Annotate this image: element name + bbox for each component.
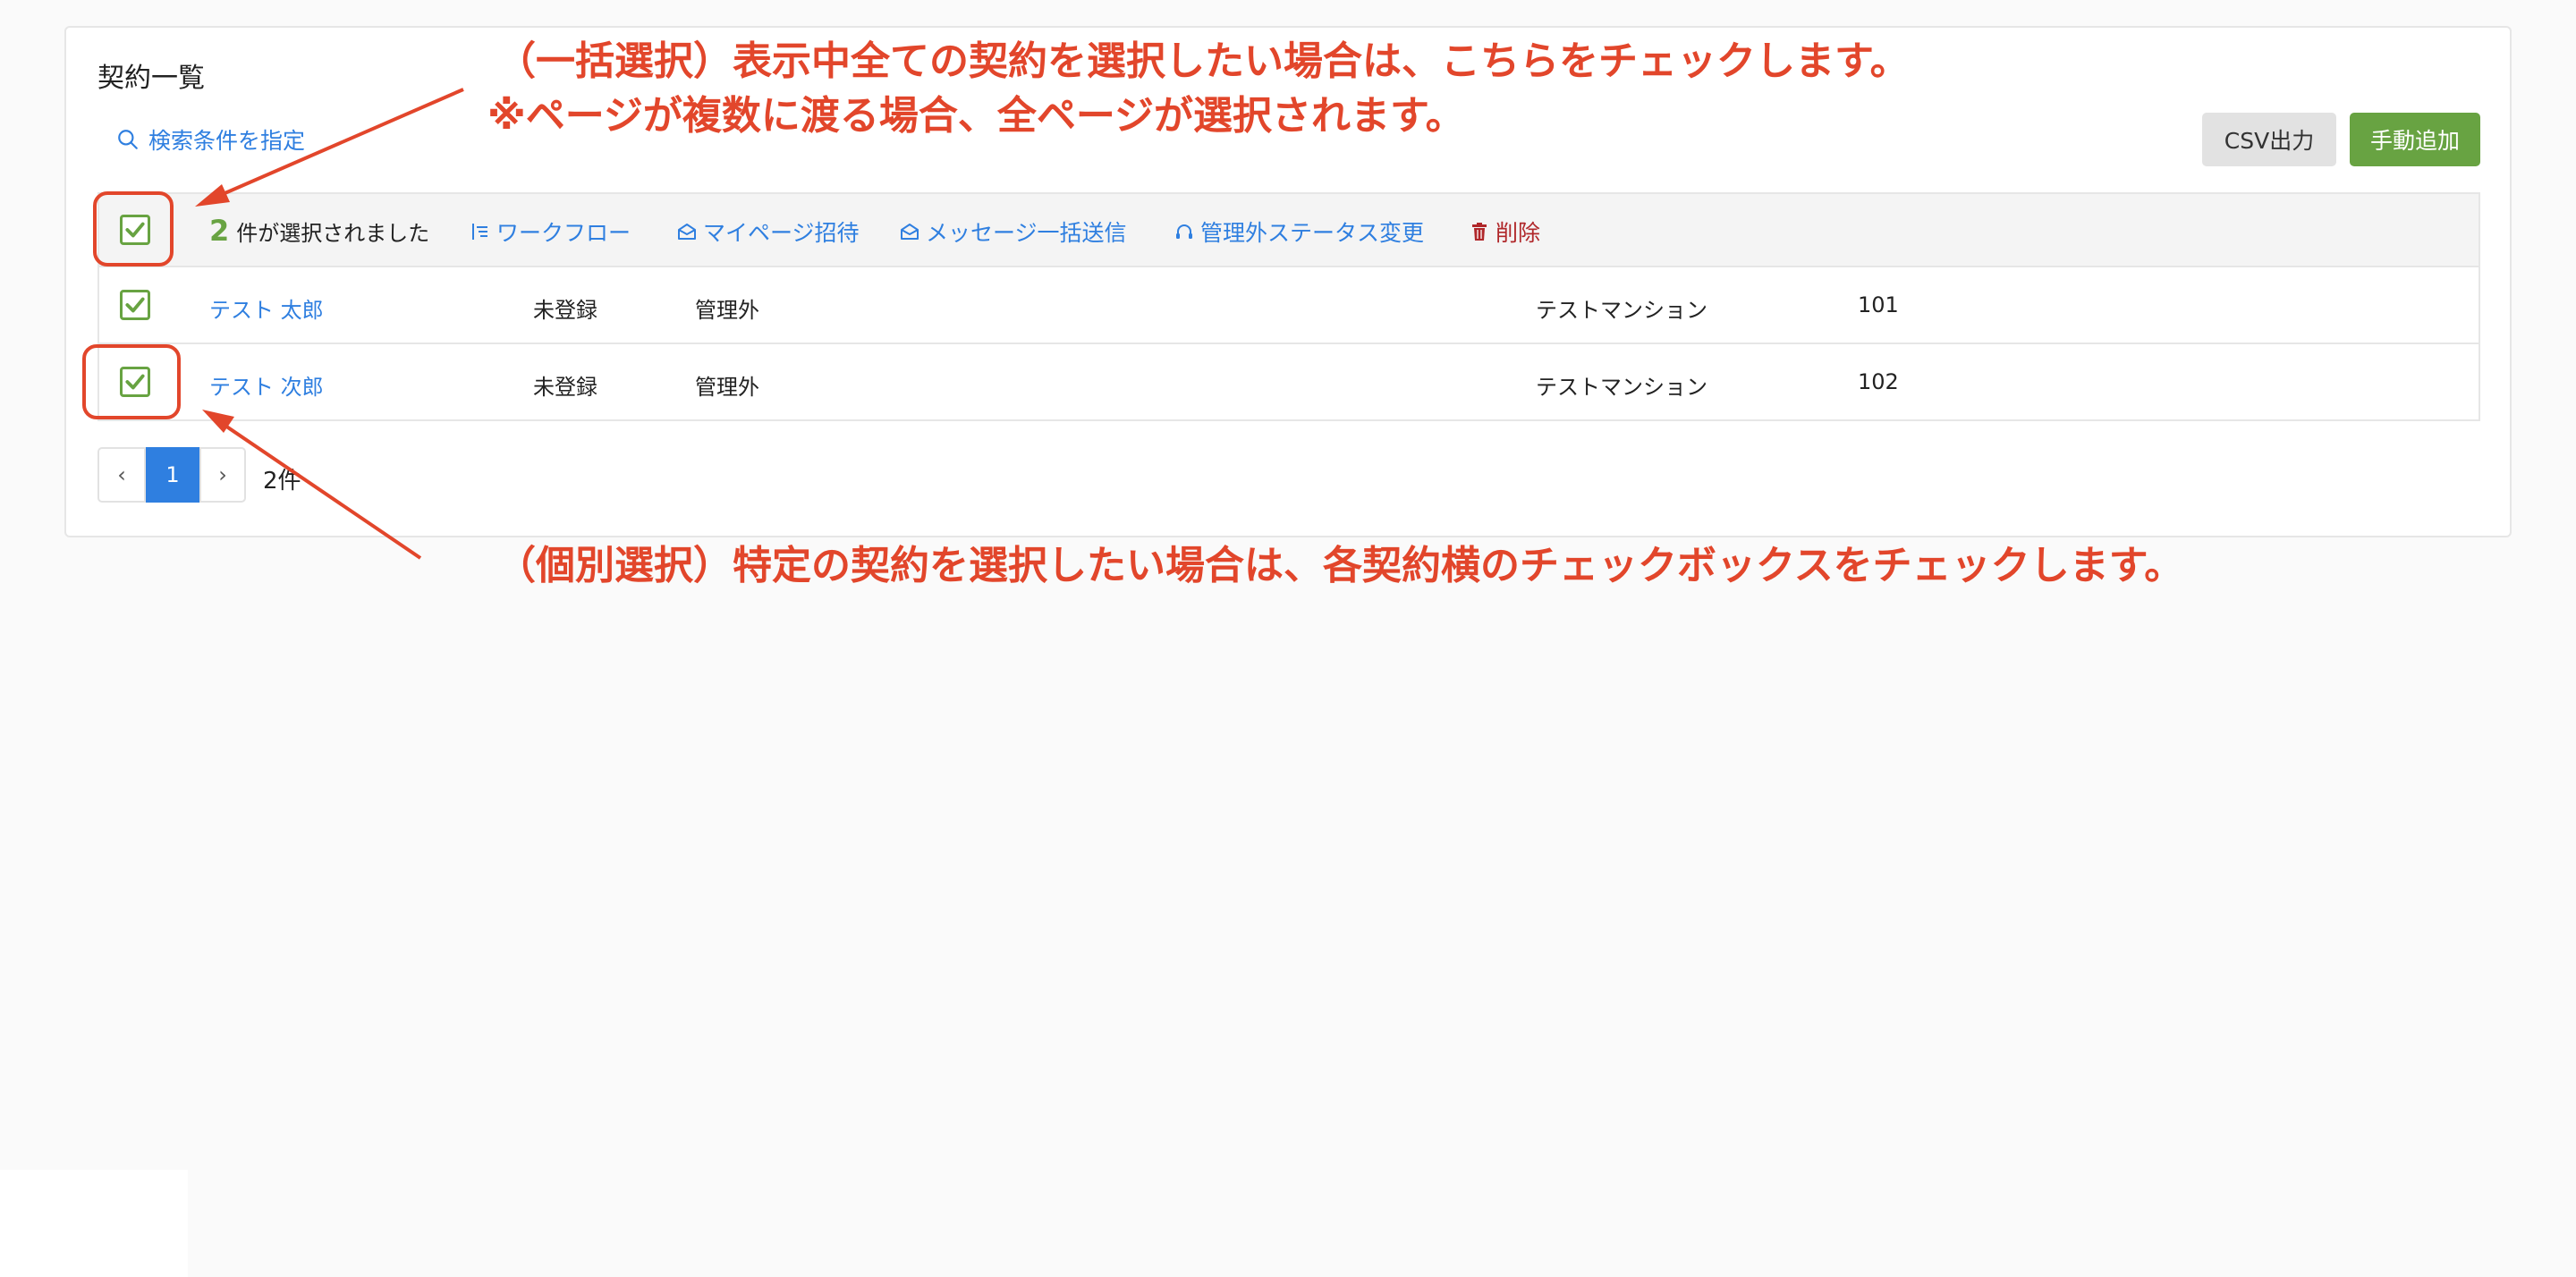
blank-corner (0, 1170, 188, 1277)
envelope-open-icon (678, 224, 696, 240)
registration-cell: 未登録 (533, 375, 597, 400)
status-change-action[interactable]: 管理外ステータス変更 (1174, 216, 1424, 248)
building-cell: テストマンション (1536, 298, 1707, 323)
envelope-open-icon (901, 224, 919, 240)
contract-name-link[interactable]: テスト 太郎 (209, 292, 324, 324)
selection-count-text: 件が選択されました (236, 221, 430, 246)
registration-cell: 未登録 (533, 298, 597, 323)
csv-export-button[interactable]: CSV出力 (2202, 113, 2336, 166)
search-icon (118, 130, 138, 149)
pagination-prev-button[interactable]: ‹ (97, 447, 146, 503)
table-header-row: 2 件が選択されました ワークフロー マイページ招待 メッセージ一括送信 管理外… (99, 194, 2479, 267)
headset-icon (1176, 224, 1192, 239)
individual-select-annotation: （個別選択）特定の契約を選択したい場合は、各契約横のチェックボックスをチェックし… (496, 543, 2184, 588)
workflow-label: ワークフロー (496, 220, 631, 246)
page-title: 契約一覧 (97, 63, 205, 94)
table-row: テスト 次郎 未登録 管理外 テストマンション 102 (99, 344, 2479, 419)
row-checkbox-highlight-box (82, 344, 181, 419)
building-cell: テストマンション (1536, 375, 1707, 400)
pagination: ‹ 1 › (97, 447, 246, 503)
contract-table: 2 件が選択されました ワークフロー マイページ招待 メッセージ一括送信 管理外… (97, 192, 2480, 421)
manual-add-button[interactable]: 手動追加 (2350, 113, 2480, 166)
search-conditions-label: 検索条件を指定 (148, 128, 306, 154)
bulk-select-note-annotation: ※ページが複数に渡る場合、全ページが選択されます。 (487, 93, 1465, 139)
room-cell: 101 (1858, 292, 1899, 317)
status-cell: 管理外 (695, 375, 759, 400)
status-cell: 管理外 (695, 298, 759, 323)
room-cell: 102 (1858, 369, 1899, 394)
pagination-current-page[interactable]: 1 (146, 447, 199, 503)
bulk-message-label: メッセージ一括送信 (926, 220, 1127, 246)
trash-icon (1472, 223, 1487, 241)
contract-name-link[interactable]: テスト 次郎 (209, 369, 324, 401)
selection-count: 2 件が選択されました (209, 214, 429, 248)
workflow-icon (472, 224, 487, 240)
row-checkbox[interactable] (120, 290, 150, 320)
search-conditions-link[interactable]: 検索条件を指定 (116, 123, 305, 156)
workflow-action[interactable]: ワークフロー (470, 216, 631, 248)
pagination-next-button[interactable]: › (199, 447, 246, 503)
select-all-highlight-box (93, 191, 174, 266)
bulk-select-annotation: （一括選択）表示中全ての契約を選択したい場合は、こちらをチェックします。 (496, 38, 1910, 84)
selection-count-number: 2 (209, 214, 230, 248)
mypage-invite-action[interactable]: マイページ招待 (676, 216, 860, 248)
mypage-invite-label: マイページ招待 (703, 220, 860, 246)
bulk-message-action[interactable]: メッセージ一括送信 (899, 216, 1127, 248)
delete-action[interactable]: 削除 (1469, 216, 1540, 248)
total-count: 2件 (263, 468, 301, 495)
table-row: テスト 太郎 未登録 管理外 テストマンション 101 (99, 267, 2479, 344)
checkmark-icon (125, 297, 145, 313)
status-change-label: 管理外ステータス変更 (1200, 220, 1425, 246)
delete-label: 削除 (1496, 220, 1541, 246)
